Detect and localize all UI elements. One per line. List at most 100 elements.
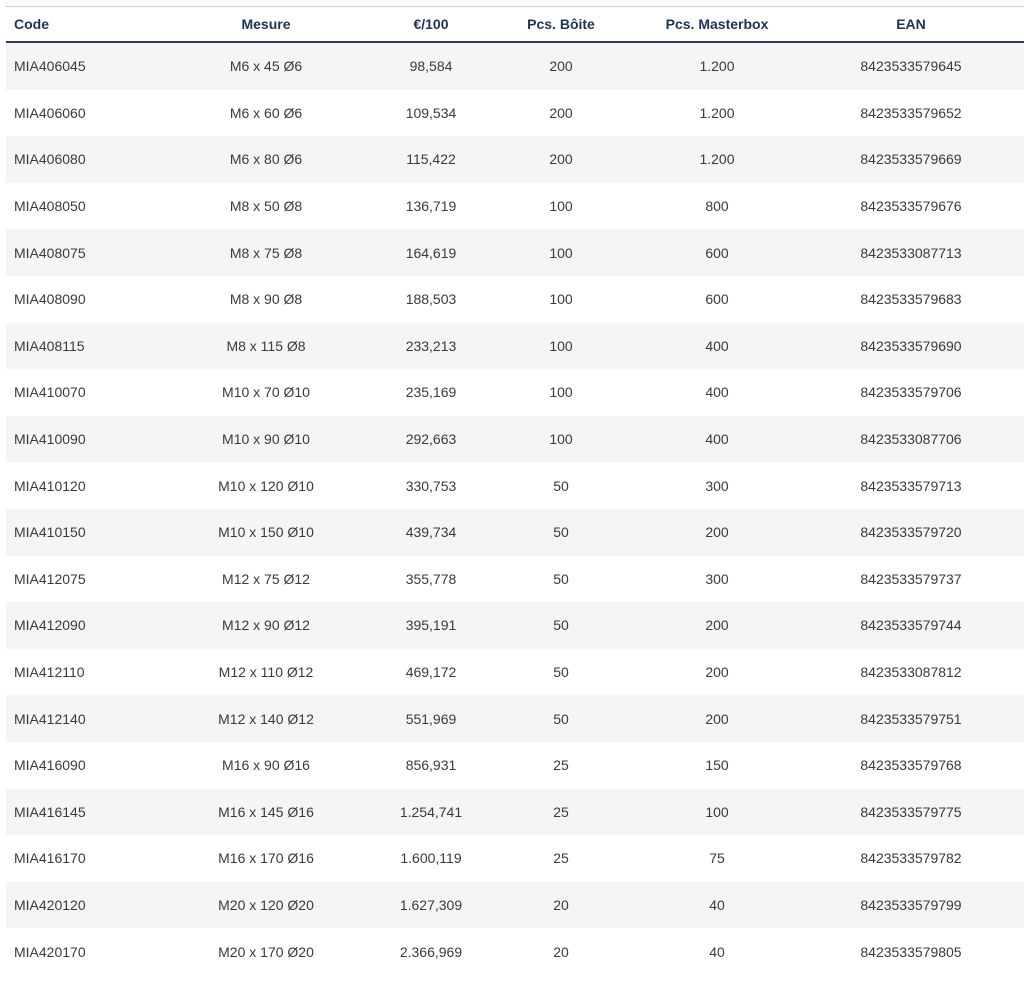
cell-ean: 8423533579775 xyxy=(798,788,1024,836)
cell-price: 164,619 xyxy=(376,229,486,276)
cell-mesure: M10 x 70 Ø10 xyxy=(156,369,376,416)
cell-pcs-masterbox: 600 xyxy=(636,229,798,276)
cell-ean: 8423533579768 xyxy=(798,741,1024,789)
cell-pcs-masterbox: 400 xyxy=(636,369,798,416)
cell-price: 355,778 xyxy=(376,555,486,603)
cell-mesure: M20 x 170 Ø20 xyxy=(156,928,376,975)
header-row: Code Mesure €/100 Pcs. Bôite Pcs. Master… xyxy=(6,6,1024,43)
product-table-container: Code Mesure €/100 Pcs. Bôite Pcs. Master… xyxy=(6,6,1024,975)
cell-mesure: M8 x 50 Ø8 xyxy=(156,182,376,230)
cell-ean: 8423533579676 xyxy=(798,182,1024,230)
cell-code: MIA416170 xyxy=(6,835,156,882)
cell-ean: 8423533579652 xyxy=(798,89,1024,137)
table-body: MIA406045 M6 x 45 Ø6 98,584 200 1.200 8423533… xyxy=(6,42,1024,975)
cell-ean: 8423533087713 xyxy=(798,229,1024,276)
cell-pcs-box: 20 xyxy=(486,928,636,975)
cell-price: 395,191 xyxy=(376,602,486,649)
cell-code: MIA410070 xyxy=(6,369,156,416)
table-row: MIA408050 M8 x 50 Ø8 136,719 100 800 84235335… xyxy=(6,182,1024,230)
cell-price: 856,931 xyxy=(376,741,486,789)
cell-price: 330,753 xyxy=(376,462,486,509)
table-row: MIA406060 M6 x 60 Ø6 109,534 200 1.200 842353… xyxy=(6,89,1024,137)
cell-ean: 8423533579706 xyxy=(798,369,1024,416)
cell-pcs-box: 50 xyxy=(486,648,636,696)
cell-pcs-masterbox: 1.200 xyxy=(636,136,798,183)
cell-code: MIA408090 xyxy=(6,275,156,323)
cell-pcs-box: 50 xyxy=(486,555,636,603)
cell-ean: 8423533579669 xyxy=(798,136,1024,183)
header-price: €/100 xyxy=(376,6,486,43)
cell-pcs-masterbox: 300 xyxy=(636,462,798,509)
cell-pcs-masterbox: 800 xyxy=(636,182,798,230)
header-code: Code xyxy=(6,6,156,43)
cell-code: MIA410150 xyxy=(6,508,156,556)
cell-pcs-box: 100 xyxy=(486,322,636,370)
cell-ean: 8423533579782 xyxy=(798,835,1024,882)
table-row: MIA416145 M16 x 145 Ø16 1.254,741 25 100 8423… xyxy=(6,788,1024,836)
cell-ean: 8423533579720 xyxy=(798,508,1024,556)
cell-pcs-box: 20 xyxy=(486,881,636,929)
cell-code: MIA408075 xyxy=(6,229,156,276)
cell-code: MIA412075 xyxy=(6,555,156,603)
cell-price: 136,719 xyxy=(376,182,486,230)
cell-code: MIA406045 xyxy=(6,42,156,90)
cell-price: 235,169 xyxy=(376,369,486,416)
table-row: MIA420120 M20 x 120 Ø20 1.627,309 20 40 84235… xyxy=(6,881,1024,929)
cell-price: 233,213 xyxy=(376,322,486,370)
cell-price: 109,534 xyxy=(376,89,486,137)
cell-price: 469,172 xyxy=(376,648,486,696)
cell-pcs-box: 100 xyxy=(486,275,636,323)
cell-price: 1.254,741 xyxy=(376,788,486,836)
cell-pcs-masterbox: 100 xyxy=(636,788,798,836)
cell-code: MIA420120 xyxy=(6,881,156,929)
cell-pcs-masterbox: 75 xyxy=(636,835,798,882)
cell-mesure: M20 x 120 Ø20 xyxy=(156,881,376,929)
table-row: MIA412075 M12 x 75 Ø12 355,778 50 300 8423533… xyxy=(6,555,1024,603)
cell-ean: 8423533579751 xyxy=(798,695,1024,742)
cell-pcs-masterbox: 200 xyxy=(636,602,798,649)
table-row: MIA416090 M16 x 90 Ø16 856,931 25 150 8423533… xyxy=(6,741,1024,789)
cell-pcs-box: 25 xyxy=(486,835,636,882)
cell-price: 551,969 xyxy=(376,695,486,742)
cell-pcs-masterbox: 40 xyxy=(636,928,798,975)
cell-code: MIA412090 xyxy=(6,602,156,649)
table-header: Code Mesure €/100 Pcs. Bôite Pcs. Master… xyxy=(6,6,1024,43)
table-row: MIA416170 M16 x 170 Ø16 1.600,119 25 75 84235… xyxy=(6,835,1024,882)
cell-code: MIA416090 xyxy=(6,741,156,789)
table-row: MIA420170 M20 x 170 Ø20 2.366,969 20 40 84235… xyxy=(6,928,1024,975)
table-row: MIA406080 M6 x 80 Ø6 115,422 200 1.200 842353… xyxy=(6,136,1024,183)
table-row: MIA410150 M10 x 150 Ø10 439,734 50 200 842353… xyxy=(6,508,1024,556)
table-row: MIA408090 M8 x 90 Ø8 188,503 100 600 84235335… xyxy=(6,275,1024,323)
cell-mesure: M16 x 145 Ø16 xyxy=(156,788,376,836)
cell-mesure: M12 x 90 Ø12 xyxy=(156,602,376,649)
cell-code: MIA412110 xyxy=(6,648,156,696)
cell-ean: 8423533087812 xyxy=(798,648,1024,696)
cell-mesure: M8 x 75 Ø8 xyxy=(156,229,376,276)
cell-pcs-box: 200 xyxy=(486,136,636,183)
cell-price: 115,422 xyxy=(376,136,486,183)
cell-code: MIA420170 xyxy=(6,928,156,975)
cell-mesure: M6 x 45 Ø6 xyxy=(156,42,376,90)
cell-ean: 8423533579645 xyxy=(798,42,1024,90)
cell-code: MIA410090 xyxy=(6,415,156,463)
cell-ean: 8423533087706 xyxy=(798,415,1024,463)
cell-price: 1.627,309 xyxy=(376,881,486,929)
cell-mesure: M8 x 90 Ø8 xyxy=(156,275,376,323)
table-row: MIA412110 M12 x 110 Ø12 469,172 50 200 842353… xyxy=(6,648,1024,696)
cell-mesure: M12 x 75 Ø12 xyxy=(156,555,376,603)
cell-pcs-box: 100 xyxy=(486,415,636,463)
cell-pcs-box: 50 xyxy=(486,602,636,649)
header-mesure: Mesure xyxy=(156,6,376,43)
cell-code: MIA408050 xyxy=(6,182,156,230)
cell-price: 439,734 xyxy=(376,508,486,556)
cell-code: MIA408115 xyxy=(6,322,156,370)
cell-ean: 8423533579744 xyxy=(798,602,1024,649)
cell-pcs-box: 200 xyxy=(486,89,636,137)
cell-pcs-box: 50 xyxy=(486,695,636,742)
cell-ean: 8423533579713 xyxy=(798,462,1024,509)
header-pcs-masterbox: Pcs. Masterbox xyxy=(636,6,798,43)
cell-pcs-box: 100 xyxy=(486,229,636,276)
cell-code: MIA416145 xyxy=(6,788,156,836)
cell-price: 2.366,969 xyxy=(376,928,486,975)
cell-mesure: M10 x 90 Ø10 xyxy=(156,415,376,463)
